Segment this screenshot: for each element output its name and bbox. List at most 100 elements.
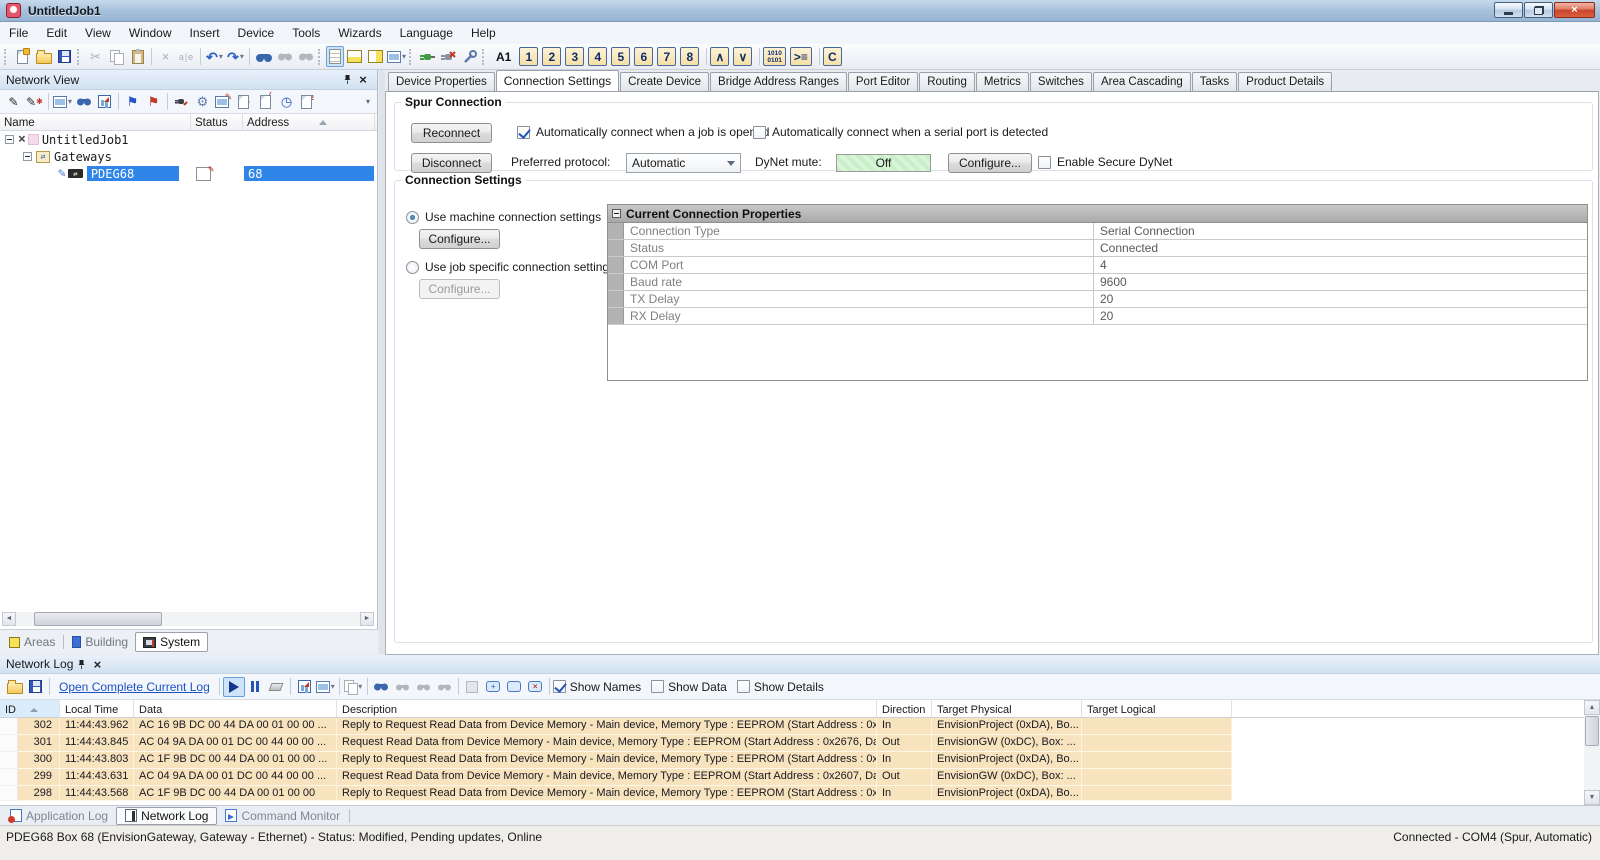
list-view-button[interactable]: ▾ [386, 46, 407, 67]
property-row[interactable]: Status Connected [608, 240, 1587, 257]
log-find-all-button[interactable] [434, 676, 455, 697]
connect-button[interactable] [417, 46, 438, 67]
pin-button[interactable] [73, 656, 89, 672]
report-button[interactable] [94, 91, 115, 112]
pin-button[interactable] [339, 72, 355, 88]
open-log-button[interactable] [4, 676, 25, 697]
property-row[interactable]: RX Delay 20 [608, 308, 1587, 325]
add-device-button[interactable]: ✎✱ [24, 91, 45, 112]
log-pause-button[interactable] [245, 676, 266, 697]
tree-row-device[interactable]: ✎ ⇄ PDEG68 68 [0, 165, 377, 182]
tab-area-cascading[interactable]: Area Cascading [1093, 72, 1191, 91]
cut-button[interactable]: ✂ [85, 46, 106, 67]
preset-button-6[interactable]: 6 [634, 47, 653, 66]
scroll-left-arrow[interactable]: ◄ [2, 612, 16, 626]
reconnect-button[interactable]: Reconnect [411, 123, 492, 143]
column-header-id[interactable]: ID [0, 700, 60, 717]
configure-machine-button[interactable]: Configure... [419, 229, 500, 249]
auto-connect-serial-checkbox[interactable] [753, 126, 766, 139]
panel-bottom-button[interactable] [344, 46, 365, 67]
scroll-right-arrow[interactable]: ► [360, 612, 374, 626]
menu-wizards[interactable]: Wizards [329, 22, 390, 44]
save-log-button[interactable] [25, 676, 46, 697]
tab-metrics[interactable]: Metrics [976, 72, 1029, 91]
minimize-button[interactable] [1494, 2, 1523, 18]
delete-comment-button[interactable]: × [525, 676, 546, 697]
column-header-address[interactable]: Address [243, 114, 375, 130]
tree-row-job[interactable]: × UntitledJob1 [0, 131, 377, 148]
close-panel-button[interactable]: × [89, 656, 105, 672]
copy-button[interactable] [106, 46, 127, 67]
tab-building[interactable]: Building [65, 633, 135, 651]
add-comment-button[interactable]: + [483, 676, 504, 697]
preset-button-8[interactable]: 8 [680, 47, 699, 66]
panel-right-button[interactable] [365, 46, 386, 67]
log-clear-button[interactable] [266, 676, 287, 697]
log-row[interactable]: 301 11:44:43.845 AC 04 9A DA 00 01 DC 00… [0, 735, 1600, 752]
tab-network-log[interactable]: Network Log [116, 807, 217, 825]
command-list-button[interactable]: >≡ [790, 47, 812, 66]
scrollbar-track[interactable] [16, 612, 360, 626]
scrollbar-thumb[interactable] [1585, 716, 1599, 746]
menu-help[interactable]: Help [462, 22, 505, 44]
collapse-box[interactable] [23, 152, 32, 161]
open-complete-log-link[interactable]: Open Complete Current Log [59, 680, 210, 694]
property-row[interactable]: TX Delay 20 [608, 291, 1587, 308]
tab-switches[interactable]: Switches [1030, 72, 1092, 91]
column-header-name[interactable]: Name [0, 114, 191, 130]
open-job-button[interactable] [33, 46, 54, 67]
log-vertical-scrollbar[interactable]: ▲ ▼ [1584, 700, 1600, 805]
job-settings-radio[interactable] [406, 261, 419, 274]
preset-button-4[interactable]: 4 [588, 47, 607, 66]
column-header-target-logical[interactable]: Target Logical [1082, 700, 1232, 717]
scroll-up-arrow[interactable]: ▲ [1584, 700, 1600, 715]
preset-button-3[interactable]: 3 [565, 47, 584, 66]
log-find-prev-button[interactable] [413, 676, 434, 697]
log-copy-button[interactable]: ▾ [343, 676, 364, 697]
menu-device[interactable]: Device [229, 22, 284, 44]
connect-device-button[interactable] [171, 91, 192, 112]
tree-horizontal-scrollbar[interactable]: ◄ ► [2, 611, 374, 626]
preset-button-2[interactable]: 2 [542, 47, 561, 66]
secure-dynet-checkbox[interactable] [1038, 156, 1051, 169]
tab-tasks[interactable]: Tasks [1192, 72, 1237, 91]
verify-button[interactable]: ✓ [234, 91, 255, 112]
preferred-protocol-dropdown[interactable]: Automatic [626, 153, 741, 173]
menu-file[interactable]: File [0, 22, 37, 44]
column-header-data[interactable]: Data [134, 700, 337, 717]
configure-connection-button[interactable] [459, 46, 480, 67]
wizard-button[interactable]: ╱ [255, 91, 276, 112]
machine-settings-radio[interactable] [406, 211, 419, 224]
menu-tools[interactable]: Tools [283, 22, 329, 44]
menu-insert[interactable]: Insert [181, 22, 229, 44]
column-header-direction[interactable]: Direction [877, 700, 932, 717]
close-button[interactable]: × [1554, 2, 1595, 18]
scrollbar-thumb[interactable] [34, 612, 162, 626]
tab-application-log[interactable]: Application Log [2, 808, 116, 824]
tab-areas[interactable]: Areas [2, 633, 62, 651]
log-row[interactable]: 302 11:44:43.962 AC 16 9B DC 00 44 DA 00… [0, 718, 1600, 735]
toolbar-overflow-button[interactable]: ▾ [366, 97, 370, 106]
column-header-local-time[interactable]: Local Time [60, 700, 134, 717]
show-data-checkbox[interactable] [651, 680, 664, 693]
device-values-button[interactable]: ✎ [213, 91, 234, 112]
tab-port-editor[interactable]: Port Editor [848, 72, 918, 91]
collapse-box[interactable] [5, 135, 14, 144]
preset-down-button[interactable]: ∨ [733, 47, 752, 66]
log-row[interactable]: 300 11:44:43.803 AC 1F 9B DC 00 44 DA 00… [0, 752, 1600, 769]
sequence-button[interactable]: 12 [297, 91, 318, 112]
schedule-button[interactable]: ◷ [276, 91, 297, 112]
restore-button[interactable] [1524, 2, 1553, 18]
paste-button[interactable] [127, 46, 148, 67]
load-from-device-button[interactable]: ⚑ [143, 91, 164, 112]
collapse-icon[interactable] [612, 209, 621, 218]
tab-system[interactable]: System [135, 632, 208, 652]
property-row[interactable]: Connection Type Serial Connection [608, 223, 1587, 240]
log-select-button[interactable] [462, 676, 483, 697]
tab-command-monitor[interactable]: Command Monitor [217, 808, 348, 824]
menu-window[interactable]: Window [120, 22, 181, 44]
menu-edit[interactable]: Edit [37, 22, 76, 44]
show-details-checkbox[interactable] [737, 680, 750, 693]
show-comments-button[interactable] [504, 676, 525, 697]
dynet-mute-configure-button[interactable]: Configure... [948, 153, 1032, 173]
